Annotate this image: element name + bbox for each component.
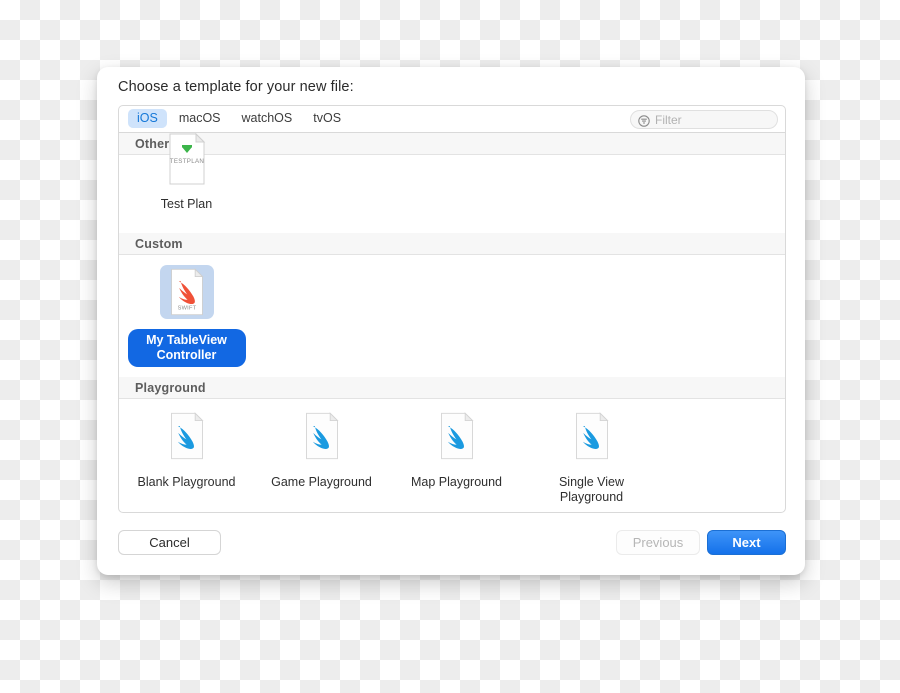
section-header-playground: Playground	[119, 377, 785, 399]
filter-icon	[638, 114, 650, 127]
testplan-document-icon: TESTPLAN	[160, 133, 214, 185]
section-body-playground: Blank Playground Game Playground Map Pla…	[119, 399, 785, 512]
filter-field[interactable]: Filter	[630, 110, 778, 129]
template-item-label: Map Playground	[410, 475, 503, 489]
swift-file-icon: SWIFT	[159, 265, 214, 319]
next-button[interactable]: Next	[707, 530, 786, 555]
swift-playground-icon	[160, 409, 214, 463]
new-file-template-dialog: Choose a template for your new file: iOS…	[97, 67, 805, 575]
template-item-single-view-playground[interactable]: Single View Playground	[524, 405, 659, 507]
template-toolbar: iOS macOS watchOS tvOS Filter	[118, 105, 786, 132]
section-header-label: Playground	[135, 380, 206, 395]
platform-tab-bar: iOS macOS watchOS tvOS	[128, 109, 350, 128]
swift-playground-icon	[430, 409, 484, 463]
template-item-label: Single View Playground	[558, 475, 625, 504]
filter-placeholder: Filter	[655, 112, 682, 127]
template-item-map-playground[interactable]: Map Playground	[389, 405, 524, 492]
template-item-game-playground[interactable]: Game Playground	[254, 405, 389, 492]
tab-ios[interactable]: iOS	[128, 109, 167, 128]
section-body-custom: SWIFT My TableView Controller	[119, 255, 785, 377]
template-item-label: Test Plan	[160, 197, 213, 211]
template-item-label: Blank Playground	[137, 475, 236, 489]
swift-playground-icon	[565, 409, 619, 463]
template-item-label: My TableView Controller	[127, 329, 246, 367]
template-item-label: Game Playground	[271, 475, 372, 489]
svg-text:SWIFT: SWIFT	[177, 305, 196, 311]
section-body-other: TESTPLAN Test Plan	[119, 133, 785, 233]
section-header-custom: Custom	[119, 233, 785, 255]
previous-button[interactable]: Previous	[616, 530, 700, 555]
cancel-button[interactable]: Cancel	[118, 530, 221, 555]
dialog-title: Choose a template for your new file:	[118, 79, 354, 95]
tab-watchos[interactable]: watchOS	[233, 109, 302, 128]
tab-macos[interactable]: macOS	[170, 109, 230, 128]
dialog-footer: Cancel Previous Next	[118, 530, 786, 556]
template-list-panel[interactable]: Other TESTPLAN Test Plan Custom SWIFT My…	[118, 132, 786, 513]
template-item-test-plan[interactable]: TESTPLAN Test Plan	[119, 133, 254, 214]
template-item-my-tableview-controller[interactable]: SWIFT My TableView Controller	[119, 261, 254, 367]
svg-text:TESTPLAN: TESTPLAN	[169, 158, 203, 165]
template-item-blank-playground[interactable]: Blank Playground	[119, 405, 254, 492]
swift-playground-icon	[295, 409, 349, 463]
tab-tvos[interactable]: tvOS	[304, 109, 350, 128]
section-header-label: Custom	[135, 236, 183, 251]
